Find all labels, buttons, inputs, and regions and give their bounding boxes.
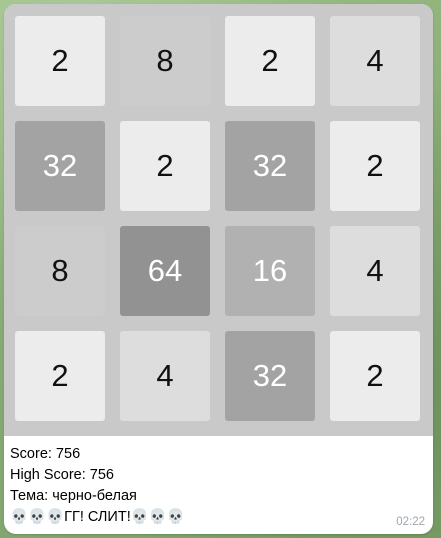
message-caption: Score: 756 High Score: 756 Тема: черно-б… — [10, 444, 425, 528]
game-over-text: 💀💀💀ГГ! СЛИТ!💀💀💀 — [10, 509, 185, 525]
tile-r4-c4: 2 — [330, 331, 420, 421]
tile-r1-c4: 4 — [330, 16, 420, 106]
tile-r1-c1: 2 — [15, 16, 105, 106]
tile-r3-c3: 16 — [225, 226, 315, 316]
tile-r4-c1: 2 — [15, 331, 105, 421]
tile-r2-c1: 32 — [15, 121, 105, 211]
message-time: 02:22 — [396, 516, 425, 528]
message-bubble: 2 8 2 4 32 2 32 2 8 64 16 4 2 4 32 2 Score: 756 High Sc… — [4, 4, 433, 534]
tile-r2-c3: 32 — [225, 121, 315, 211]
tile-r4-c2: 4 — [120, 331, 210, 421]
tile-r3-c2: 64 — [120, 226, 210, 316]
game-board: 2 8 2 4 32 2 32 2 8 64 16 4 2 4 32 2 — [4, 4, 433, 436]
high-score-text: High Score: 756 — [10, 467, 114, 483]
tile-r2-c4: 2 — [330, 121, 420, 211]
score-text: Score: 756 — [10, 446, 81, 462]
theme-text: Тема: черно-белая — [10, 488, 137, 504]
tile-r1-c2: 8 — [120, 16, 210, 106]
tile-r1-c3: 2 — [225, 16, 315, 106]
tile-r3-c4: 4 — [330, 226, 420, 316]
tile-r2-c2: 2 — [120, 121, 210, 211]
tile-r3-c1: 8 — [15, 226, 105, 316]
tile-r4-c3: 32 — [225, 331, 315, 421]
